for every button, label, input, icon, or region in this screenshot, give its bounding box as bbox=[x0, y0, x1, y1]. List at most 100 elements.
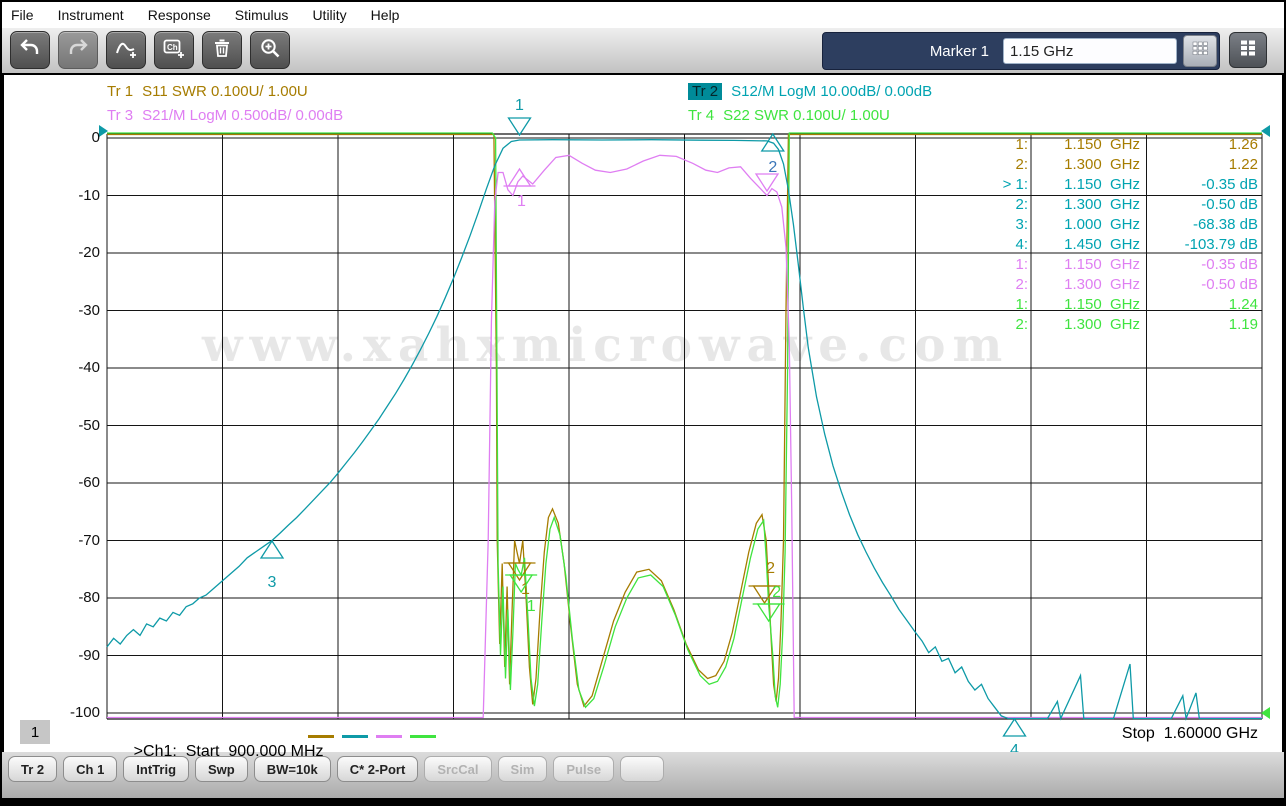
trace-label-tr3[interactable]: Tr 3 S21/M LogM 0.500dB/ 0.00dB bbox=[107, 107, 343, 124]
marker-table-row: > 1: 1.150 GHz-0.35 dB bbox=[984, 175, 1262, 195]
legend-dash-tr1 bbox=[308, 735, 334, 738]
marker-number: 1: bbox=[984, 135, 1028, 155]
channel-stimulus-text: >Ch1: Start 900.000 MHz bbox=[107, 725, 324, 779]
menu-item-stimulus[interactable]: Stimulus bbox=[226, 4, 298, 26]
marker-number: 2: bbox=[984, 315, 1028, 335]
marker-digit-label: 1 bbox=[517, 193, 526, 210]
zoom-icon bbox=[258, 36, 282, 65]
keypad-button[interactable] bbox=[1183, 35, 1217, 67]
menu-item-help[interactable]: Help bbox=[362, 4, 409, 26]
menu-item-file[interactable]: File bbox=[2, 4, 43, 26]
marker-table-row: 1: 1.150 GHz1.26 bbox=[984, 135, 1262, 155]
status-button-tr-2[interactable]: Tr 2 bbox=[8, 756, 57, 782]
undo-icon bbox=[18, 36, 42, 65]
marker-digit-label: 2 bbox=[766, 560, 775, 577]
status-button-pulse: Pulse bbox=[553, 756, 614, 782]
undo-button[interactable] bbox=[10, 31, 50, 69]
trace-format-text: S22 SWR 0.100U/ 1.00U bbox=[723, 107, 890, 124]
marker-value: 1.24 bbox=[1140, 295, 1258, 315]
marker-frequency: 1.450 GHz bbox=[1034, 235, 1140, 255]
trace-id-badge: Tr 2 bbox=[688, 83, 722, 100]
marker-digit-label: 1 bbox=[515, 97, 524, 114]
marker-number: 4: bbox=[984, 235, 1028, 255]
marker-frequency: 1.300 GHz bbox=[1034, 195, 1140, 215]
marker-number: 3: bbox=[984, 215, 1028, 235]
y-axis-tick-label: 0 bbox=[44, 128, 100, 148]
marker-number: 1: bbox=[984, 255, 1028, 275]
marker-frequency: 1.150 GHz bbox=[1034, 255, 1140, 275]
y-axis-tick-label: -50 bbox=[44, 416, 100, 436]
marker-table-row: 2: 1.300 GHz1.22 bbox=[984, 155, 1262, 175]
marker-table-row: 3:1.000 GHz-68.38 dB bbox=[984, 215, 1262, 235]
marker-value: 1.22 bbox=[1140, 155, 1258, 175]
marker-value: 1.26 bbox=[1140, 135, 1258, 155]
marker-table-row: 1: 1.150 GHz-0.35 dB bbox=[984, 255, 1262, 275]
status-button-c-2-port[interactable]: C* 2-Port bbox=[337, 756, 419, 782]
marker-triangle[interactable] bbox=[509, 118, 531, 135]
marker-table-row: 2: 1.300 GHz-0.50 dB bbox=[984, 275, 1262, 295]
trace-id-badge: Tr 3 bbox=[107, 107, 133, 124]
marker-table-row: 4: 1.450 GHz-103.79 dB bbox=[984, 235, 1262, 255]
marker-frequency-input[interactable] bbox=[1003, 38, 1177, 64]
legend-dash-tr4 bbox=[410, 735, 436, 738]
marker-digit-label: 3 bbox=[268, 574, 277, 591]
marker-value: -103.79 dB bbox=[1140, 235, 1258, 255]
trace-label-tr1[interactable]: Tr 1S11 SWR 0.100U/ 1.00U bbox=[107, 83, 308, 100]
channel-prefix: >Ch1: bbox=[134, 743, 177, 760]
marker-value: -0.50 dB bbox=[1140, 275, 1258, 295]
marker-triangle[interactable] bbox=[756, 174, 778, 191]
delete-icon bbox=[210, 36, 234, 65]
marker-bar: Marker 1 bbox=[822, 32, 1220, 70]
marker-number: > 1: bbox=[984, 175, 1028, 195]
marker-value: -68.38 dB bbox=[1140, 215, 1258, 235]
trace-id-badge: Tr 4 bbox=[688, 107, 714, 124]
side-panel-button[interactable] bbox=[1229, 32, 1267, 68]
marker-frequency: 1.300 GHz bbox=[1034, 315, 1140, 335]
marker-number: 2: bbox=[984, 155, 1028, 175]
marker-digit-label: 2 bbox=[772, 584, 781, 601]
y-axis-tick-label: -60 bbox=[44, 473, 100, 493]
legend-dash-tr3 bbox=[376, 735, 402, 738]
trace-label-tr4[interactable]: Tr 4 S22 SWR 0.100U/ 1.00U bbox=[688, 107, 890, 124]
add-marker-icon bbox=[114, 36, 138, 65]
trace-format-text: S21/M LogM 0.500dB/ 0.00dB bbox=[142, 107, 343, 124]
status-button-srccal: SrcCal bbox=[424, 756, 491, 782]
menu-item-response[interactable]: Response bbox=[139, 4, 220, 26]
redo-icon bbox=[66, 36, 90, 65]
marker-number: 2: bbox=[984, 275, 1028, 295]
menu-item-utility[interactable]: Utility bbox=[303, 4, 355, 26]
marker-frequency: 1.300 GHz bbox=[1034, 155, 1140, 175]
marker-label: Marker 1 bbox=[930, 43, 989, 60]
marker-frequency: 1.150 GHz bbox=[1034, 175, 1140, 195]
menu-item-instrument[interactable]: Instrument bbox=[49, 4, 133, 26]
table-grid-icon bbox=[1238, 38, 1258, 63]
marker-frequency: 1.150 GHz bbox=[1034, 295, 1140, 315]
marker-value: -0.35 dB bbox=[1140, 255, 1258, 275]
legend-dash-tr2 bbox=[342, 735, 368, 738]
y-axis-tick-label: -70 bbox=[44, 531, 100, 551]
vna-application-window: File Instrument Response StimulusUtility Hel… bbox=[0, 0, 1286, 806]
marker-triangle[interactable] bbox=[1004, 719, 1026, 736]
y-axis-tick-label: -80 bbox=[44, 588, 100, 608]
zoom-button[interactable] bbox=[250, 31, 290, 69]
delete-button[interactable] bbox=[202, 31, 242, 69]
keypad-icon bbox=[1190, 39, 1210, 64]
add-channel-icon: Ch bbox=[162, 36, 186, 65]
marker-frequency: 1.150 GHz bbox=[1034, 135, 1140, 155]
stop-frequency-label[interactable]: Stop 1.60000 GHz bbox=[1058, 725, 1258, 743]
add-marker-button[interactable] bbox=[106, 31, 146, 69]
channel-number-box[interactable]: 1 bbox=[20, 720, 50, 744]
add-channel-button[interactable]: Ch bbox=[154, 31, 194, 69]
marker-value: -0.35 dB bbox=[1140, 175, 1258, 195]
marker-digit-label: 4 bbox=[1010, 742, 1019, 752]
marker-triangle[interactable] bbox=[261, 541, 283, 558]
trace-label-tr2[interactable]: Tr 2S12/M LogM 10.00dB/ 0.00dB bbox=[688, 83, 932, 100]
start-frequency-label[interactable]: Start 900.000 MHz bbox=[186, 743, 324, 760]
marker-triangle[interactable] bbox=[509, 169, 531, 186]
marker-frequency: 1.300 GHz bbox=[1034, 275, 1140, 295]
y-axis-tick-label: -90 bbox=[44, 646, 100, 666]
menu-bar: File Instrument Response StimulusUtility Hel… bbox=[2, 2, 1284, 28]
status-button-sim: Sim bbox=[498, 756, 548, 782]
redo-button bbox=[58, 31, 98, 69]
plot-panel: www.xahxmicrowave.com 123411122 Tr 1S11 … bbox=[4, 75, 1282, 752]
